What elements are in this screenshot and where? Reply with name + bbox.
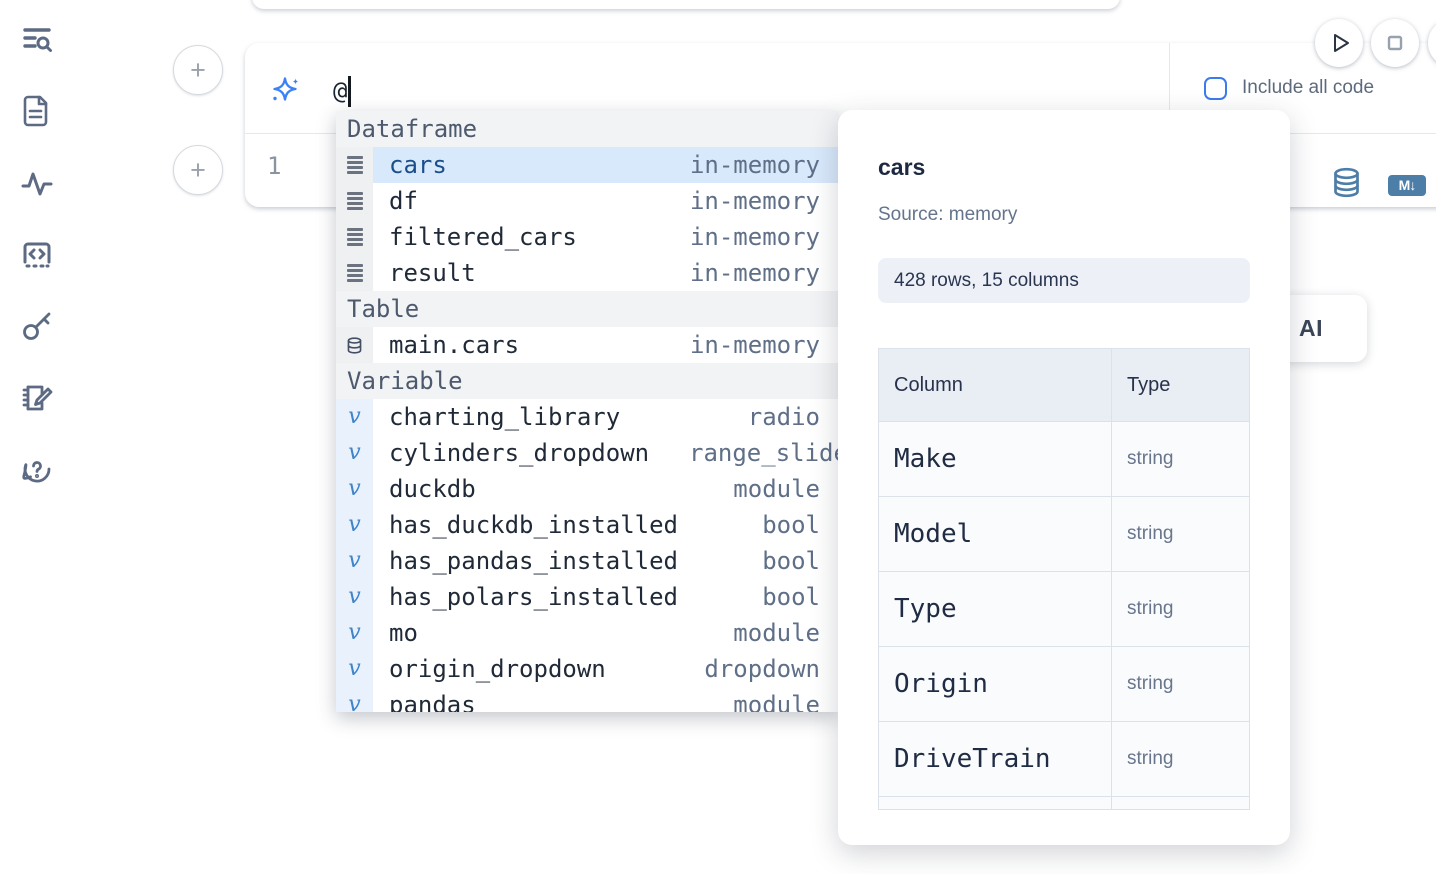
run-cell-button[interactable] <box>1315 19 1363 67</box>
add-cell-button-bottom[interactable]: + <box>173 145 223 195</box>
autocomplete-item-charting-library[interactable]: v charting_library radio <box>336 399 838 435</box>
ai-button-label: AI <box>1299 315 1323 342</box>
table-row-clipped <box>879 797 1249 810</box>
preview-schema-table: Column Type Make string Model string Typ… <box>878 348 1250 810</box>
dataframe-preview-panel: cars Source: memory 428 rows, 15 columns… <box>838 110 1290 845</box>
add-cell-button-top[interactable]: + <box>173 45 223 95</box>
text-cursor <box>348 76 351 107</box>
variable-icon: v <box>336 471 373 507</box>
autocomplete-item-origin-dropdown[interactable]: v origin_dropdown dropdown <box>336 651 838 687</box>
cell-actions: M↓ <box>1331 167 1426 203</box>
activity-icon[interactable] <box>20 166 54 200</box>
variable-icon: v <box>336 687 373 712</box>
help-chat-icon[interactable] <box>20 453 54 487</box>
markdown-icon[interactable]: M↓ <box>1388 175 1426 196</box>
ai-prompt-value: @ <box>333 77 347 105</box>
variable-icon: v <box>336 543 373 579</box>
section-header-dataframe: Dataframe <box>336 111 838 147</box>
code-snippet-icon[interactable] <box>20 238 54 272</box>
autocomplete-item-df[interactable]: df in-memory <box>336 183 838 219</box>
table-header-row: Column Type <box>879 349 1249 422</box>
preview-shape-badge: 428 rows, 15 columns <box>878 258 1250 303</box>
type-header: Type <box>1127 374 1170 397</box>
include-all-code-label: Include all code <box>1242 77 1374 99</box>
file-text-icon[interactable] <box>20 94 54 128</box>
scratchpad-icon[interactable] <box>20 381 54 415</box>
include-all-code-checkbox[interactable] <box>1204 77 1227 100</box>
stop-cell-button[interactable] <box>1371 19 1419 67</box>
plus-icon: + <box>190 155 206 186</box>
preview-title: cars <box>878 154 925 181</box>
autocomplete-item-result[interactable]: result in-memory <box>336 255 838 291</box>
variable-icon: v <box>336 615 373 651</box>
table-row: Make string <box>879 422 1249 497</box>
line-number: 1 <box>267 152 281 180</box>
sidebar <box>0 0 72 874</box>
dataframe-icon <box>336 255 373 291</box>
plus-icon: + <box>190 55 206 86</box>
table-row: Model string <box>879 497 1249 572</box>
variable-icon: v <box>336 399 373 435</box>
previous-cell-edge <box>252 0 1120 9</box>
section-header-variable: Variable <box>336 363 838 399</box>
autocomplete-item-cylinders-dropdown[interactable]: v cylinders_dropdown range_slider <box>336 435 838 471</box>
column-header: Column <box>894 374 963 397</box>
autocomplete-item-duckdb[interactable]: v duckdb module <box>336 471 838 507</box>
autocomplete-item-main-cars[interactable]: main.cars in-memory <box>336 327 838 363</box>
list-search-icon[interactable] <box>20 22 54 56</box>
ai-prompt-input[interactable]: @ <box>333 71 351 111</box>
key-icon[interactable] <box>20 309 54 343</box>
autocomplete-item-has-polars-installed[interactable]: v has_polars_installed bool <box>336 579 838 615</box>
dataframe-icon <box>336 147 373 183</box>
autocomplete-item-pandas[interactable]: v pandas module <box>336 687 838 712</box>
preview-source: Source: memory <box>878 204 1017 226</box>
sparkles-icon <box>270 75 300 105</box>
stop-icon <box>1379 27 1411 59</box>
database-icon[interactable] <box>1331 167 1362 203</box>
autocomplete-item-filtered-cars[interactable]: filtered_cars in-memory <box>336 219 838 255</box>
variable-icon: v <box>336 435 373 471</box>
section-header-table: Table <box>336 291 838 327</box>
database-icon <box>336 327 373 363</box>
dataframe-icon <box>336 219 373 255</box>
table-row: DriveTrain string <box>879 722 1249 797</box>
variable-icon: v <box>336 507 373 543</box>
play-icon <box>1323 27 1355 59</box>
autocomplete-item-mo[interactable]: v mo module <box>336 615 838 651</box>
autocomplete-item-has-pandas-installed[interactable]: v has_pandas_installed bool <box>336 543 838 579</box>
table-row: Type string <box>879 572 1249 647</box>
autocomplete-dropdown: Dataframe cars in-memory df in-memory fi… <box>336 111 838 712</box>
table-row: Origin string <box>879 647 1249 722</box>
dataframe-icon <box>336 183 373 219</box>
autocomplete-item-cars[interactable]: cars in-memory <box>336 147 838 183</box>
autocomplete-item-has-duckdb-installed[interactable]: v has_duckdb_installed bool <box>336 507 838 543</box>
variable-icon: v <box>336 651 373 687</box>
variable-icon: v <box>336 579 373 615</box>
